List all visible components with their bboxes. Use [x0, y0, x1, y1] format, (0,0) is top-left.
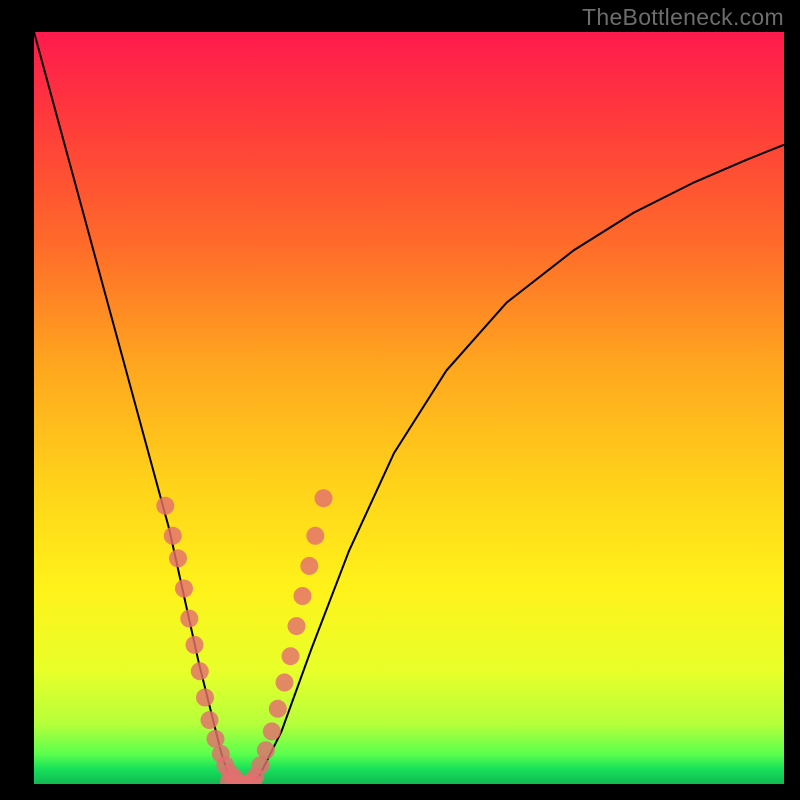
data-marker — [269, 700, 287, 718]
watermark-text: TheBottleneck.com — [582, 4, 784, 31]
chart-frame: TheBottleneck.com — [0, 0, 800, 800]
data-marker — [164, 527, 182, 545]
data-marker — [196, 689, 214, 707]
data-marker — [175, 580, 193, 598]
data-marker — [282, 647, 300, 665]
marker-cluster-left — [156, 497, 244, 784]
data-marker — [294, 587, 312, 605]
data-marker — [276, 674, 294, 692]
data-marker — [257, 741, 275, 759]
data-marker — [186, 636, 204, 654]
data-marker — [169, 549, 187, 567]
plot-area — [34, 32, 784, 784]
marker-cluster-right — [246, 489, 332, 784]
data-marker — [201, 711, 219, 729]
data-marker — [315, 489, 333, 507]
curve-layer — [34, 32, 784, 784]
data-marker — [306, 527, 324, 545]
data-marker — [180, 610, 198, 628]
bottleneck-curve — [34, 32, 784, 784]
data-marker — [288, 617, 306, 635]
data-marker — [300, 557, 318, 575]
data-marker — [263, 722, 281, 740]
data-marker — [156, 497, 174, 515]
watermark-strip: TheBottleneck.com — [0, 0, 800, 32]
data-marker — [191, 662, 209, 680]
